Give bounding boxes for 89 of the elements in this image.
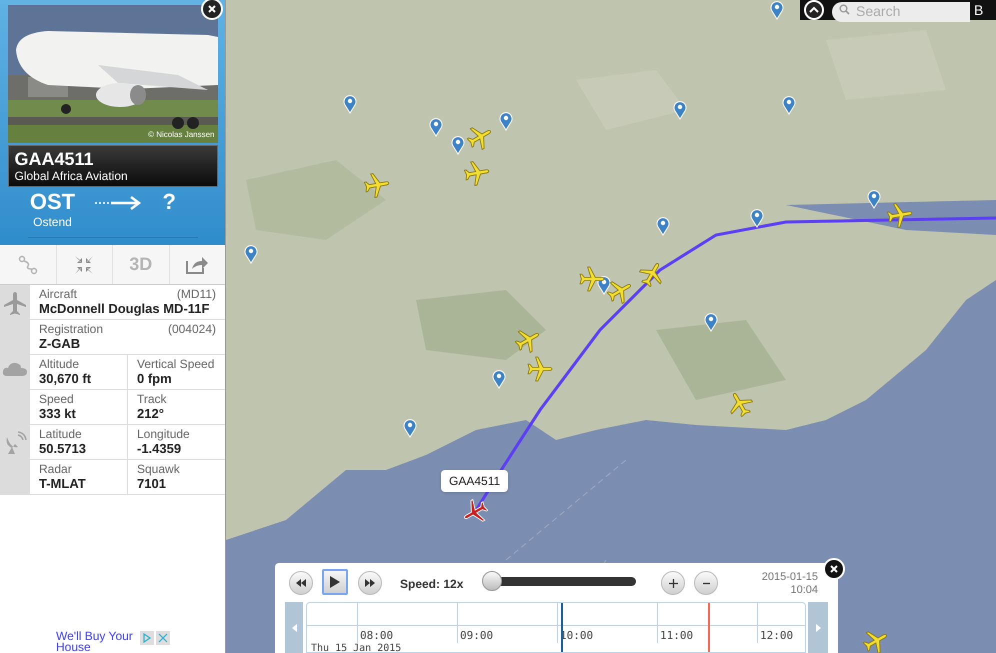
- aircraft-icon[interactable]: [527, 356, 553, 382]
- aircraft-icon[interactable]: [579, 266, 605, 292]
- time-tick: 10:00: [560, 628, 594, 644]
- field-label: Registration: [39, 322, 104, 336]
- map-pin-icon[interactable]: [499, 111, 513, 131]
- field-value: 212°: [137, 406, 165, 422]
- field-value: Z-GAB: [39, 336, 82, 352]
- search-icon: [839, 4, 850, 15]
- field-value: 30,670 ft: [39, 371, 92, 387]
- field-label: Radar: [39, 462, 72, 476]
- map-pin-icon[interactable]: [451, 135, 465, 155]
- field-label: Track: [137, 392, 167, 406]
- map-pin-icon[interactable]: [673, 100, 687, 120]
- caret-right-icon: [816, 624, 820, 632]
- map-pin-icon[interactable]: [492, 369, 506, 389]
- fast-forward-icon: [365, 579, 375, 587]
- field-value: T-MLAT: [39, 476, 87, 492]
- map-pin-icon[interactable]: [656, 216, 670, 236]
- field-label: Latitude: [39, 427, 82, 441]
- playback-date: 2015-01-15: [762, 571, 818, 584]
- collapse-button[interactable]: [804, 0, 824, 20]
- field-value: 50.5713: [39, 441, 87, 457]
- caret-left-icon: [292, 624, 296, 632]
- field-note: (004024): [168, 322, 216, 336]
- rewind-button[interactable]: [289, 571, 313, 595]
- slider-thumb[interactable]: [482, 571, 502, 591]
- airline-name: Global Africa Aviation: [14, 169, 129, 183]
- origin-name: Ostend: [33, 215, 72, 229]
- map-pin-icon[interactable]: [770, 0, 784, 20]
- play-icon: [330, 576, 340, 588]
- field-label: Speed: [39, 392, 74, 406]
- speed-label: Speed: 12x: [400, 576, 464, 593]
- field-value: 0 fpm: [137, 371, 173, 387]
- aircraft-icon[interactable]: [887, 202, 913, 228]
- map-pin-icon[interactable]: [429, 117, 443, 137]
- close-button[interactable]: [201, 0, 223, 20]
- field-label: Squawk: [137, 462, 180, 476]
- field-value: 7101: [137, 476, 167, 492]
- aircraft-icon[interactable]: [464, 160, 490, 186]
- play-icon: [142, 633, 152, 643]
- rewind-icon: [296, 579, 306, 587]
- timeline[interactable]: 08:00 09:00 10:00 11:00 12:00 Thu 15 Jan 2015: [306, 602, 806, 653]
- map-pin-icon[interactable]: [704, 312, 718, 332]
- plus-icon: [668, 578, 678, 588]
- route-icon: [18, 254, 38, 274]
- cloud-icon: [2, 361, 28, 377]
- playback-time: 10:04: [790, 584, 818, 597]
- map-pin-icon[interactable]: [750, 208, 764, 228]
- map-pin-icon[interactable]: [782, 95, 796, 115]
- share-icon: [185, 254, 210, 274]
- field-label: Altitude: [39, 357, 80, 371]
- time-tick: 11:00: [660, 628, 694, 644]
- aircraft-icon[interactable]: [364, 172, 390, 198]
- chevron-up-icon: [809, 6, 819, 14]
- field-label: Vertical Speed: [137, 357, 214, 371]
- arrow-icon: [92, 195, 142, 211]
- zoom-out-button[interactable]: [694, 571, 718, 595]
- callsign: GAA4511: [14, 149, 95, 169]
- menu-button[interactable]: B: [974, 0, 996, 20]
- map-pin-icon[interactable]: [867, 189, 881, 209]
- zoom-in-button[interactable]: [661, 571, 685, 595]
- speed-slider[interactable]: [482, 571, 638, 592]
- origin-code: OST: [30, 189, 76, 215]
- search-field[interactable]: Search: [832, 2, 970, 22]
- field-label: Longitude: [137, 427, 190, 441]
- time-tick: 12:00: [760, 628, 794, 644]
- field-value: 333 kt: [39, 406, 77, 422]
- fast-forward-button[interactable]: [358, 571, 382, 595]
- now-marker: [708, 603, 710, 652]
- time-tick: 08:00: [360, 628, 394, 644]
- close-icon: [158, 633, 168, 643]
- map-pin-icon[interactable]: [343, 94, 357, 114]
- ad-link[interactable]: We'll Buy Your House: [56, 631, 138, 653]
- photo-credit: © Nicolas Janssen: [148, 129, 214, 141]
- map-pin-icon[interactable]: [403, 418, 417, 438]
- field-label: Aircraft: [39, 287, 78, 301]
- flight-callout: GAA4511: [441, 470, 508, 492]
- play-button[interactable]: [322, 569, 348, 595]
- minus-icon: [702, 582, 710, 584]
- timeline-date: Thu 15 Jan 2015: [311, 643, 402, 652]
- map-pin-icon[interactable]: [244, 244, 258, 264]
- close-icon: [829, 564, 839, 574]
- field-value: -1.4359: [137, 441, 182, 457]
- field-value: McDonnell Douglas MD-11F: [39, 301, 210, 317]
- time-tick: 09:00: [460, 628, 494, 644]
- destination-code: ?: [162, 189, 176, 215]
- close-icon: [207, 4, 217, 14]
- plane-icon: [3, 291, 27, 317]
- field-note: (MD11): [176, 287, 216, 301]
